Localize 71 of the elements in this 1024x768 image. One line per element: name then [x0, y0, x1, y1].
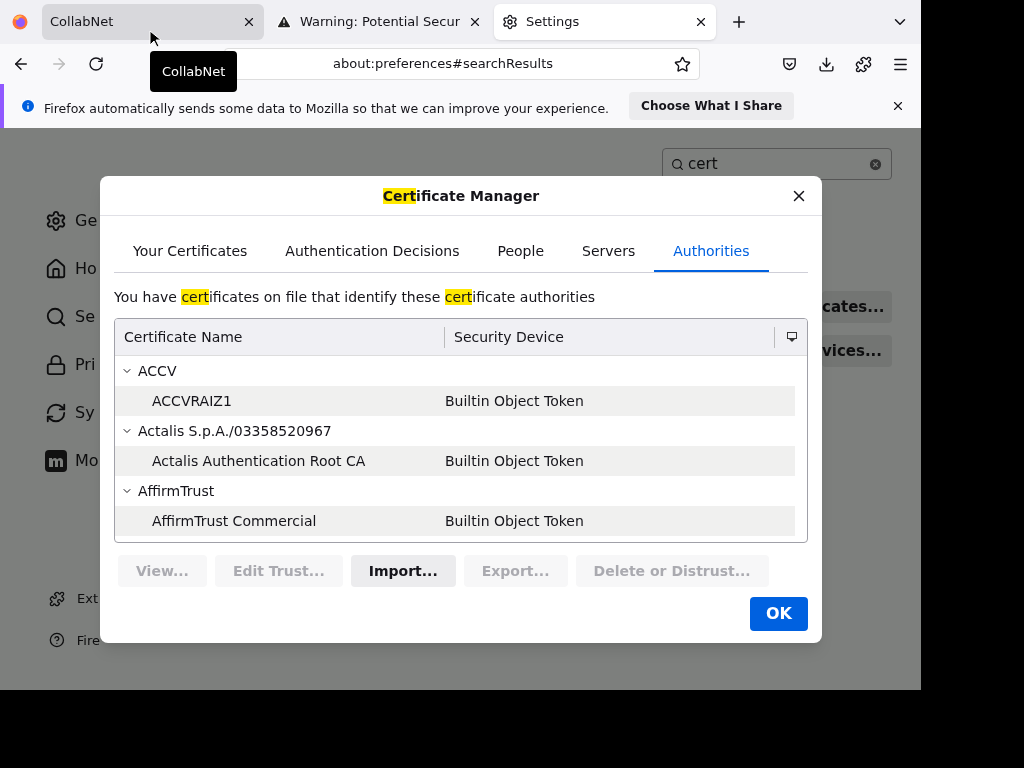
m-logo-icon	[45, 450, 67, 472]
table-cell-text: Builtin Object Token	[445, 511, 584, 531]
column-picker-icon[interactable]	[787, 332, 797, 342]
tab-title: Settings	[526, 13, 581, 32]
sidebar-link[interactable]: Ext	[77, 589, 98, 609]
dialog-button[interactable]: Import...	[350, 555, 456, 587]
settings-button[interactable]: vices...	[822, 335, 892, 367]
sidebar-item[interactable]: Se	[75, 305, 95, 329]
dialog-tab[interactable]: Servers	[563, 232, 655, 272]
search-field[interactable]: cert	[662, 148, 892, 180]
sidebar-item[interactable]: Sy	[75, 401, 95, 425]
table-cell-text: ACCV	[138, 361, 177, 381]
table-cell-text: ACCVRAIZ1	[151, 391, 233, 411]
browser-tab[interactable]: Settings	[494, 4, 716, 40]
dialog-tab[interactable]: Your Certificates	[114, 232, 267, 272]
table-cell-text: Actalis Authentication Root CA	[151, 451, 367, 471]
column-header[interactable]: Certificate Name	[115, 326, 445, 348]
table-cell-text: AffirmTrust	[138, 481, 215, 501]
close-icon[interactable]	[891, 99, 905, 113]
settings-button[interactable]: cates...	[822, 291, 892, 323]
reload-icon[interactable]	[88, 56, 104, 72]
gear-icon	[45, 210, 67, 232]
close-icon[interactable]	[242, 15, 256, 29]
download-icon[interactable]	[818, 55, 835, 73]
warning-icon	[276, 14, 292, 30]
table-cell-text: Actalis S.p.A./03358520967	[138, 421, 332, 441]
close-icon[interactable]	[694, 15, 708, 29]
ok-button[interactable]: OK	[750, 597, 808, 631]
table-row[interactable]: AffirmTrust Commercial Builtin Object Token	[115, 506, 795, 536]
help-icon	[49, 632, 65, 649]
extensions-icon[interactable]	[855, 55, 872, 73]
info-icon	[20, 98, 36, 114]
new-tab-icon[interactable]	[730, 13, 748, 31]
puzzle-icon	[49, 590, 65, 607]
sidebar-link[interactable]: Fire	[76, 630, 100, 650]
bookmark-star-icon[interactable]	[674, 55, 691, 73]
search-icon	[45, 306, 67, 328]
clear-icon[interactable]	[868, 156, 883, 172]
close-icon[interactable]	[468, 15, 482, 29]
browser-tab[interactable]: Warning: Potential Secur	[268, 4, 490, 40]
gear-icon	[502, 14, 518, 30]
lock-icon	[45, 354, 67, 376]
pocket-icon[interactable]	[781, 55, 798, 73]
browser-tab[interactable]: CollabNet	[42, 4, 264, 40]
home-icon	[45, 258, 67, 280]
table-row[interactable]: Actalis Authentication Root CA Builtin Object Token	[115, 446, 795, 476]
choose-share-button[interactable]: Choose What I Share	[629, 92, 795, 120]
table-cell-text: Builtin Object Token	[445, 391, 584, 411]
search-value: cert	[688, 153, 719, 175]
dialog-tab[interactable]: Authorities	[654, 232, 769, 272]
sidebar-item[interactable]: Mo	[75, 449, 99, 473]
browser-logo-icon[interactable]	[12, 14, 28, 30]
tab-title: Warning: Potential Secur	[300, 13, 460, 32]
sidebar-item[interactable]: Pri	[75, 353, 96, 377]
table-row[interactable]: ACCVRAIZ1 Builtin Object Token	[115, 386, 795, 416]
table-cell-text: AffirmTrust Commercial	[151, 511, 318, 531]
dialog-tab[interactable]: Authentication Decisions	[266, 232, 479, 272]
notification-text: Firefox automatically sends some data to Mozilla so that we can improve your experience.	[44, 99, 610, 118]
url-text: about:preferences#searchResults	[333, 55, 554, 74]
address-bar[interactable]: about:preferences#searchResults	[224, 48, 700, 80]
dialog-tab[interactable]: People	[478, 232, 563, 272]
dialog-title: Certificate Manager	[382, 186, 540, 205]
back-icon[interactable]	[12, 55, 30, 73]
sync-icon	[45, 402, 67, 424]
table-cell-text: Builtin Object Token	[445, 451, 584, 471]
tab-title: CollabNet	[50, 13, 115, 32]
search-icon	[671, 157, 684, 171]
sidebar-item[interactable]: Ho	[75, 257, 97, 281]
column-header[interactable]: Security Device	[445, 326, 775, 348]
sidebar-item[interactable]: Ge	[75, 209, 98, 233]
tab-tooltip: CollabNet	[150, 51, 238, 92]
